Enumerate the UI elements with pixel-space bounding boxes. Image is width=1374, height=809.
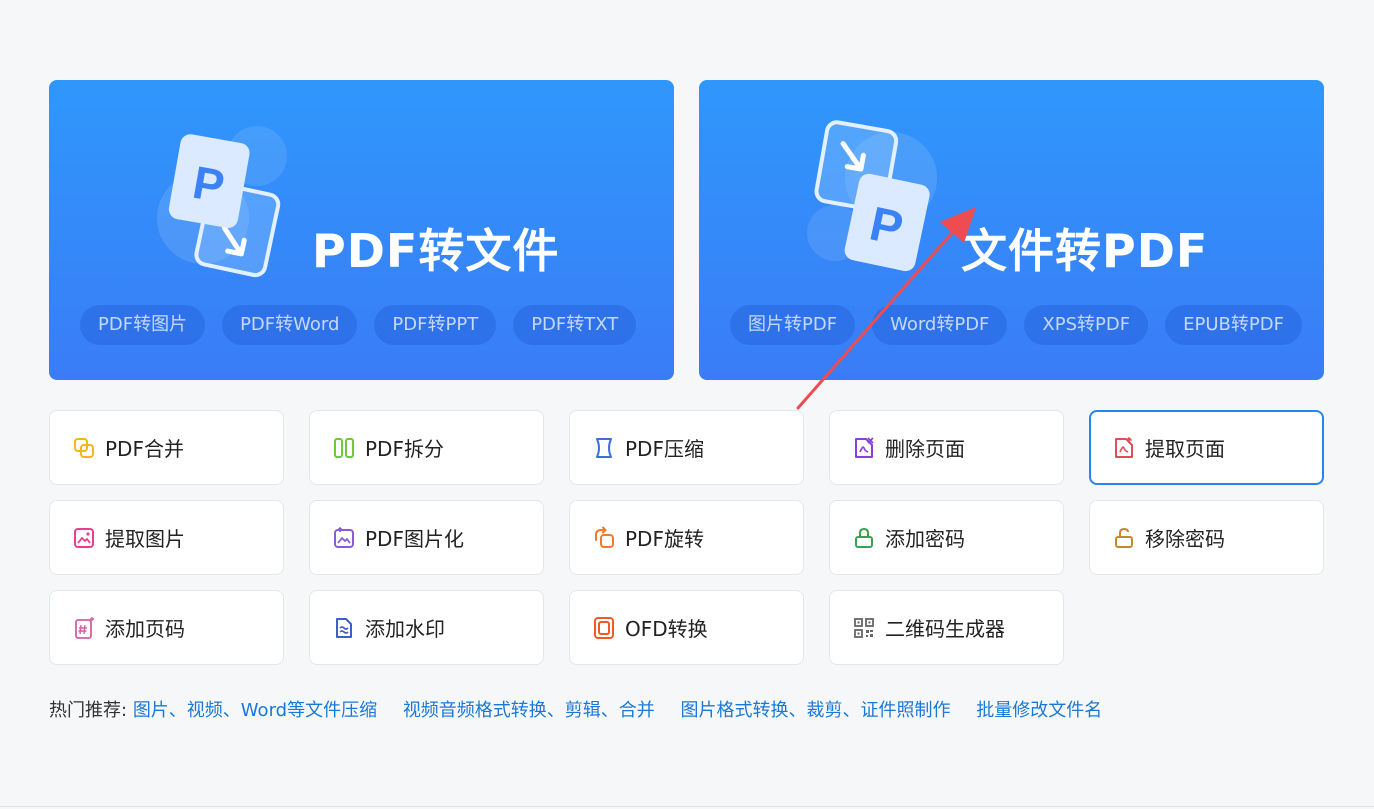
split-icon (334, 437, 354, 458)
chip-epub-to-pdf[interactable]: EPUB转PDF (1165, 305, 1302, 345)
chip-pdf-to-image[interactable]: PDF转图片 (80, 305, 206, 345)
extract-image-icon (74, 527, 94, 548)
tool-label: PDF拆分 (365, 437, 444, 461)
tool-label: 添加密码 (885, 527, 965, 551)
tool-pdf-merge[interactable]: PDF合并 (49, 410, 284, 485)
compress-icon (596, 437, 612, 458)
tool-label: PDF合并 (105, 437, 184, 461)
pdf-to-file-graphic-icon: P (157, 126, 287, 278)
hot-recommendations: 热门推荐: 图片、视频、Word等文件压缩 视频音频格式转换、剪辑、合并 图片格… (49, 699, 1122, 723)
hero-title: 文件转PDF (961, 224, 1209, 278)
chip-row: PDF转图片 PDF转Word PDF转PPT PDF转TXT (80, 305, 637, 345)
tool-delete-page[interactable]: 删除页面 (829, 410, 1064, 485)
tool-label: PDF旋转 (625, 527, 704, 551)
page-number-icon (75, 616, 94, 639)
chip-pdf-to-word[interactable]: PDF转Word (222, 305, 358, 345)
lock-icon (855, 527, 873, 548)
tool-add-watermark[interactable]: 添加水印 (309, 590, 544, 665)
hero-pdf-to-file[interactable]: P PDF转文件 PDF转图片 PDF转Word PDF转PPT PDF转TXT (49, 80, 674, 380)
hot-link-image-format[interactable]: 图片格式转换、裁剪、证件照制作 (681, 700, 951, 721)
tool-label: 二维码生成器 (885, 617, 1005, 641)
extract-page-icon (1115, 436, 1133, 458)
watermark-icon (336, 617, 352, 638)
tool-pdf-rotate[interactable]: PDF旋转 (569, 500, 804, 575)
hot-link-video-audio[interactable]: 视频音频格式转换、剪辑、合并 (403, 700, 655, 721)
hot-link-batch-rename[interactable]: 批量修改文件名 (976, 700, 1102, 721)
pdf-to-image-icon (334, 526, 354, 548)
hot-label: 热门推荐: (49, 700, 128, 721)
page: P PDF转文件 PDF转图片 PDF转Word PDF转PPT PDF转TXT… (0, 0, 1374, 809)
tool-label: 移除密码 (1145, 527, 1225, 551)
tool-add-page-number[interactable]: 添加页码 (49, 590, 284, 665)
tool-pdf-split[interactable]: PDF拆分 (309, 410, 544, 485)
chip-image-to-pdf[interactable]: 图片转PDF (730, 305, 856, 345)
qrcode-icon (854, 617, 874, 638)
tool-label: 提取页面 (1145, 437, 1225, 461)
tool-remove-password[interactable]: 移除密码 (1089, 500, 1324, 575)
hero-title: PDF转文件 (312, 224, 560, 278)
ofd-icon (594, 616, 614, 639)
tool-ofd-convert[interactable]: OFD转换 (569, 590, 804, 665)
hot-link-compress[interactable]: 图片、视频、Word等文件压缩 (133, 700, 377, 721)
unlock-icon (1115, 527, 1133, 548)
tool-pdf-to-image[interactable]: PDF图片化 (309, 500, 544, 575)
hero-file-to-pdf[interactable]: P 文件转PDF 图片转PDF Word转PDF XPS转PDF EPUB转PD… (699, 80, 1324, 380)
tool-label: 提取图片 (105, 527, 185, 551)
rotate-icon (595, 526, 614, 548)
chip-pdf-to-txt[interactable]: PDF转TXT (513, 305, 637, 345)
tool-label: PDF压缩 (625, 437, 704, 461)
chip-pdf-to-ppt[interactable]: PDF转PPT (374, 305, 497, 345)
tool-label: 添加水印 (365, 617, 445, 641)
tool-pdf-compress[interactable]: PDF压缩 (569, 410, 804, 485)
tool-label: 删除页面 (885, 437, 965, 461)
merge-icon (74, 437, 94, 458)
delete-page-icon (855, 436, 874, 458)
tool-label: PDF图片化 (365, 527, 464, 551)
tool-grid: PDF合并 PDF拆分 PDF压缩 删除页面 提取页面 提取图片 PDF图片化 … (49, 410, 1324, 665)
tool-label: OFD转换 (625, 617, 708, 641)
tool-extract-page[interactable]: 提取页面 (1089, 410, 1324, 485)
chip-xps-to-pdf[interactable]: XPS转PDF (1024, 305, 1149, 345)
bottom-divider (0, 806, 1374, 807)
tool-qrcode-generator[interactable]: 二维码生成器 (829, 590, 1064, 665)
tool-extract-image[interactable]: 提取图片 (49, 500, 284, 575)
chip-row: 图片转PDF Word转PDF XPS转PDF EPUB转PDF (730, 305, 1302, 345)
tool-add-password[interactable]: 添加密码 (829, 500, 1064, 575)
chip-word-to-pdf[interactable]: Word转PDF (872, 305, 1008, 345)
file-to-pdf-graphic-icon: P (807, 120, 937, 272)
tool-label: 添加页码 (105, 617, 185, 641)
